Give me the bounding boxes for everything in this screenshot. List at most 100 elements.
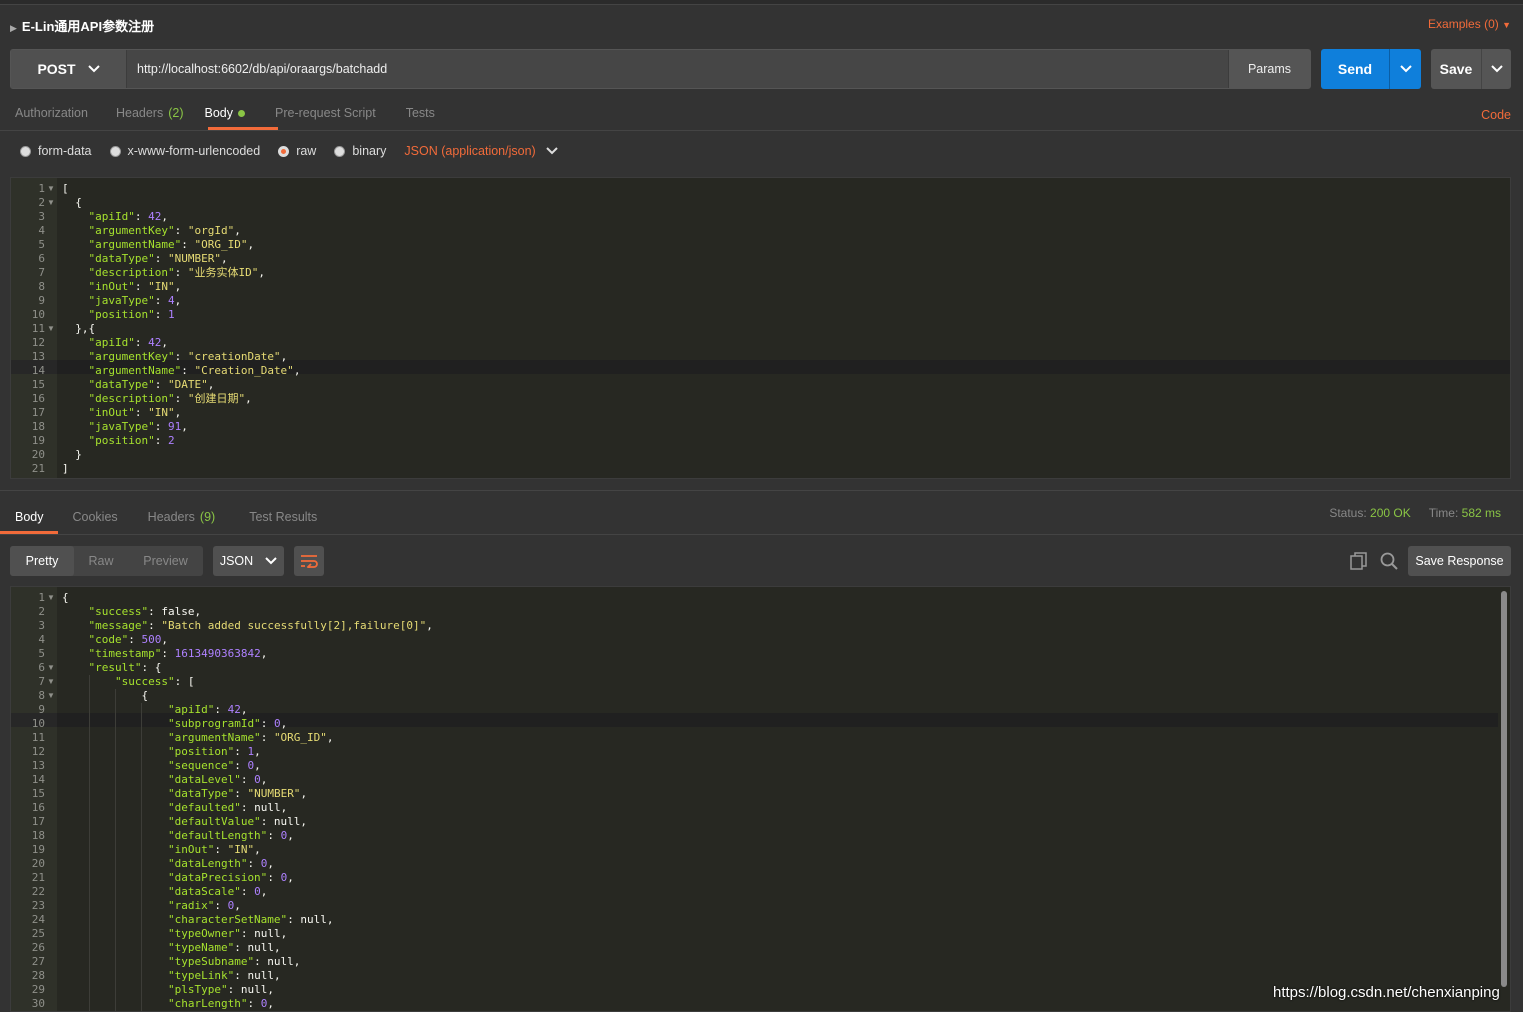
line-number: 11 [31,322,45,335]
line-number: 16 [31,801,45,814]
line-number: 12 [31,336,45,349]
watermark: https://blog.csdn.net/chenxianping [1273,984,1500,1001]
line-number: 27 [31,955,45,968]
copy-icon[interactable] [1349,551,1369,574]
request-title-text: E-Lin通用API参数注册 [21,19,155,34]
tab-label: Cookies [72,510,118,524]
tab-cookies[interactable]: Cookies [73,510,118,536]
code-line: "inOut": "IN", [88,406,182,419]
chevron-down-icon [1490,65,1503,73]
wrap-lines-button[interactable] [294,546,324,576]
code-line: "inOut": "IN", [167,843,261,856]
save-response-button[interactable]: Save Response [1408,546,1511,576]
view-pretty-button[interactable]: Pretty [10,546,74,576]
tab-pre-request-script[interactable]: Pre-request Script [275,106,376,132]
examples-dropdown[interactable]: Examples (0) ▼ [1428,17,1511,31]
radio-form-data[interactable]: form-data [20,144,92,158]
tab-headers[interactable]: Headers (2) [116,106,184,132]
method-label: POST [37,61,76,77]
line-number: 1 [38,182,45,195]
code-line: { [62,689,149,702]
radio-label: raw [296,144,317,158]
line-number: 7 [38,266,45,279]
line-number: 30 [31,997,45,1010]
format-select[interactable]: JSON [213,546,284,576]
tab-tests[interactable]: Tests [406,106,435,132]
code-line: "dataType": "NUMBER", [88,252,228,265]
tab-authorization[interactable]: Authorization [15,106,88,132]
line-number: 15 [31,378,45,391]
code-line: "dataScale": 0, [167,885,268,898]
line-number: 21 [31,871,45,884]
tab-response-headers[interactable]: Headers (9) [148,510,216,536]
fold-toggle-icon[interactable]: ▼ [47,689,55,703]
fold-toggle-icon[interactable]: ▼ [47,196,55,210]
code-line: "apiId": 42, [167,703,248,716]
response-status: Status: 200 OK Time: 582 ms [1329,506,1501,520]
code-line: "sequence": 0, [167,759,261,772]
view-preview-button[interactable]: Preview [128,546,203,576]
radio-circle [20,145,31,157]
collapse-triangle-icon[interactable]: ▶ [10,23,17,33]
save-button[interactable]: Save [1431,49,1511,89]
search-icon[interactable] [1379,551,1399,574]
send-button[interactable]: Send [1321,49,1421,89]
line-number: 2 [38,605,45,618]
send-options-button[interactable] [1389,49,1421,89]
fold-toggle-icon[interactable]: ▼ [47,591,55,605]
save-options-button[interactable] [1481,49,1511,89]
radio-raw[interactable]: raw [278,144,316,158]
tab-test-results[interactable]: Test Results [249,510,317,536]
content-type-select[interactable]: JSON (application/json) [404,144,558,158]
response-body-viewer[interactable]: 1 ▼{2 "success": false, 3 "message": "Batc… [10,586,1511,1012]
code-line: "charLength": 0, [167,997,274,1010]
line-number: 14 [31,773,45,786]
line-number: 25 [31,927,45,940]
params-button[interactable]: Params [1228,50,1310,88]
line-number: 12 [31,745,45,758]
chevron-down-icon [265,557,277,565]
line-number: 3 [38,210,45,223]
headers-count: (9) [199,510,216,524]
line-number: 13 [31,350,45,363]
code-line: "javaType": 91, [88,420,188,433]
line-number: 6 [38,661,45,674]
tab-label: Test Results [249,510,318,524]
body-indicator-dot [238,110,245,117]
code-line: "result": { [88,661,162,674]
fold-toggle-icon[interactable]: ▼ [47,322,55,336]
url-input[interactable]: http://localhost:6602/db/api/oraargs/bat… [137,62,387,76]
method-select[interactable]: POST [11,50,127,88]
time-value: 582 ms [1461,506,1501,520]
view-raw-button[interactable]: Raw [74,546,128,576]
request-body-editor[interactable]: 1 ▼[2 ▼ {3 "apiId": 42, 4 "argumentKey": "o… [10,177,1511,479]
code-link[interactable]: Code [1481,108,1511,122]
code-line: },{ [62,322,96,335]
code-line: "dataPrecision": 0, [167,871,294,884]
radio-binary[interactable]: binary [334,144,386,158]
fold-toggle-icon[interactable]: ▼ [47,182,55,196]
code-line: "characterSetName": null, [167,913,334,926]
line-number: 15 [31,787,45,800]
line-number: 16 [31,392,45,405]
code-line: "code": 500, [88,633,169,646]
time-label: Time: [1428,506,1459,520]
tab-label: Body [15,510,44,524]
fold-toggle-icon[interactable]: ▼ [47,661,55,675]
line-number: 22 [31,885,45,898]
top-tab-strip [0,0,1523,5]
radio-x-www-form-urlencoded[interactable]: x-www-form-urlencoded [109,144,260,158]
chevron-down-icon [87,65,100,73]
request-title[interactable]: ▶ E-Lin通用API参数注册 [10,16,154,35]
fold-toggle-icon[interactable]: ▼ [47,675,55,689]
time-info: Time: 582 ms [1429,506,1501,520]
radio-label: form-data [38,144,92,158]
line-number: 17 [31,815,45,828]
code-line: "success": [ [114,675,195,688]
code-line: "apiId": 42, [88,336,168,349]
code-line: "dataLength": 0, [167,857,274,870]
scrollbar[interactable] [1501,591,1507,987]
examples-label: Examples (0) [1428,17,1499,31]
line-number: 11 [31,731,45,744]
code-line: "position": 1, [167,745,261,758]
